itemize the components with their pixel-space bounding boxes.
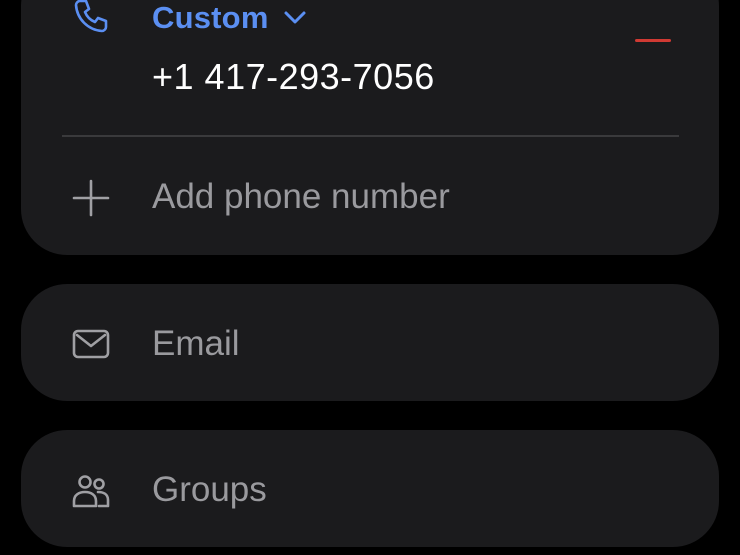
chevron-down-icon xyxy=(283,10,307,26)
plus-icon xyxy=(71,178,111,218)
groups-row[interactable]: Groups xyxy=(21,430,719,547)
phone-type-dropdown[interactable]: Custom xyxy=(152,0,307,36)
phone-number-field[interactable]: +1 417-293-7056 xyxy=(152,56,435,98)
email-row[interactable]: Email xyxy=(21,284,719,401)
contact-edit-screen: Custom +1 417-293-7056 Add phone number xyxy=(0,0,740,555)
email-label: Email xyxy=(152,324,240,363)
divider xyxy=(62,135,679,137)
phone-icon xyxy=(71,0,111,36)
groups-icon xyxy=(71,470,111,510)
phone-type-label: Custom xyxy=(152,0,269,35)
phone-card: Custom +1 417-293-7056 Add phone number xyxy=(21,0,719,255)
add-phone-number-label: Add phone number xyxy=(152,177,450,216)
groups-label: Groups xyxy=(152,470,267,509)
mail-icon xyxy=(71,324,111,364)
minus-icon xyxy=(635,39,671,42)
remove-phone-button[interactable] xyxy=(635,31,671,51)
add-phone-number-button[interactable]: Add phone number xyxy=(21,160,719,236)
